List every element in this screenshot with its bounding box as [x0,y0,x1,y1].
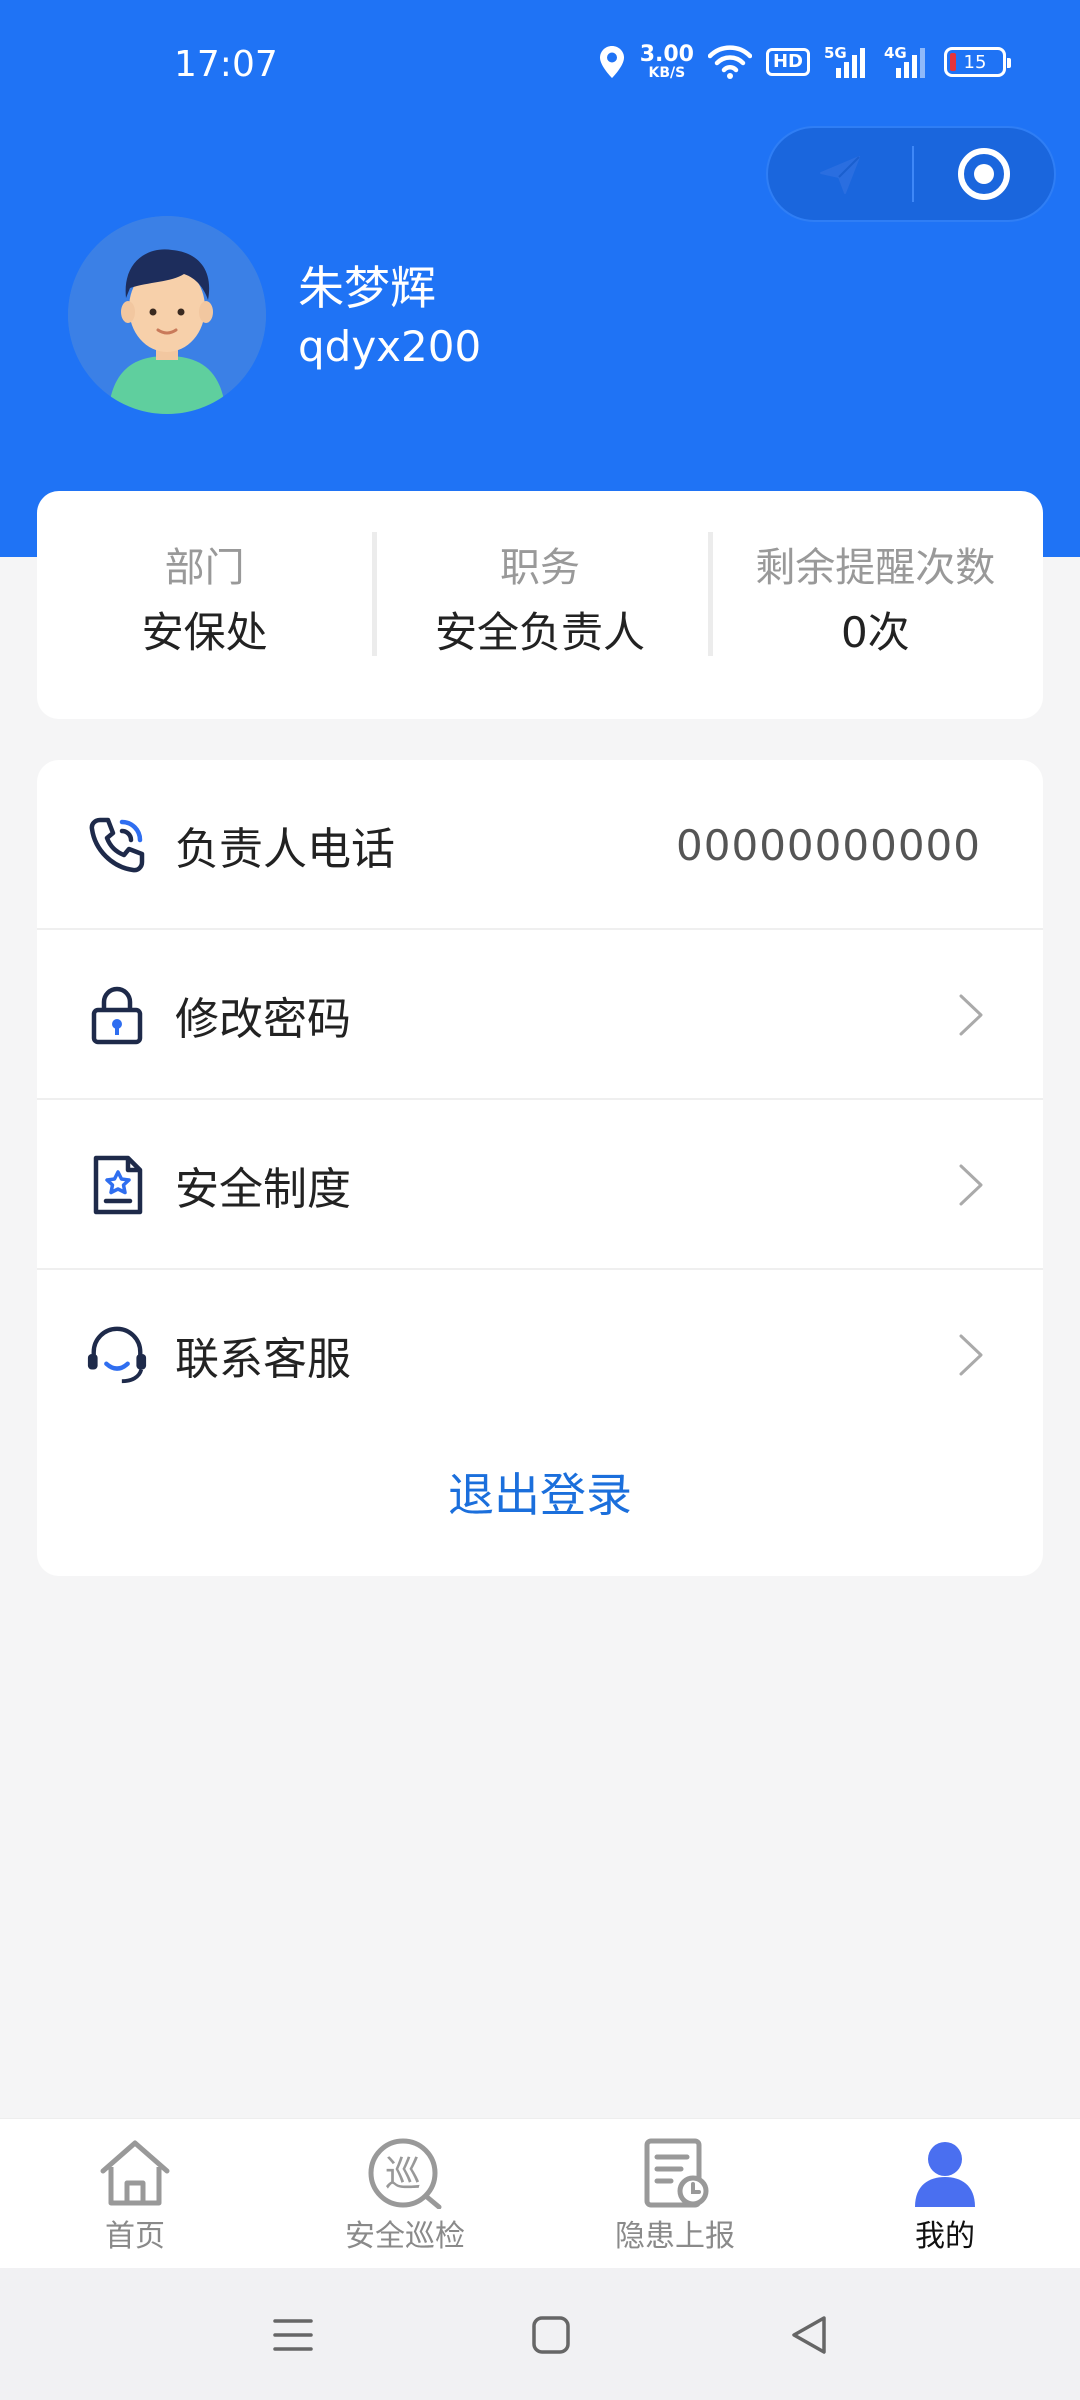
square-icon [532,2316,570,2354]
tab-hazard-report[interactable]: 隐患上报 [540,2119,810,2268]
net-speed-value: 3.00 [639,42,694,67]
info-value: 安保处 [141,608,268,657]
signal-5g-label: 5G [824,44,847,62]
tab-mine[interactable]: 我的 [810,2119,1080,2268]
hd-badge: HD [765,48,810,76]
document-star-icon [85,1153,149,1217]
status-icons: 3.00 KB/S HD 5G 4G 15 [598,42,1011,81]
chevron-right-icon [959,1334,983,1376]
menu-item-customer-service[interactable]: 联系客服 [37,1270,1043,1440]
chevron-right-icon [959,1164,983,1206]
menu-label: 联系客服 [175,1334,351,1385]
report-icon [644,2138,709,2208]
profile-page: 17:07 3.00 KB/S HD 5G 4G 15 朱梦辉 qdyx200 … [0,0,1080,2400]
phone-number: 00000000000 [676,820,981,870]
lock-icon [85,983,149,1047]
bottom-tab-bar: 首页 巡 安全巡检 隐患上报 我的 [0,2118,1080,2268]
tab-home[interactable]: 首页 [0,2119,270,2268]
info-card: 部门 安保处 职务 安全负责人 剩余提醒次数 0次 [37,491,1043,719]
share-button[interactable] [768,149,912,199]
chevron-right-icon [959,994,983,1036]
headset-icon [85,1323,149,1387]
menu-card: 负责人电话 00000000000 修改密码 安全制度 联系客服 退出登录 [37,760,1043,1576]
menu-label: 安全制度 [175,1164,351,1215]
avatar[interactable] [68,216,266,414]
phone-icon [85,813,149,877]
net-speed-unit: KB/S [648,65,686,81]
home-icon [100,2140,170,2206]
user-name: 朱梦辉 [298,261,436,315]
location-icon [599,46,624,78]
back-nav-button[interactable] [784,2310,834,2360]
info-department: 部门 安保处 [37,540,372,670]
svg-text:巡: 巡 [385,2154,421,2195]
menu-item-change-password[interactable]: 修改密码 [37,930,1043,1100]
miniprogram-capsule [766,126,1056,222]
user-icon [915,2142,975,2207]
home-nav-button[interactable] [526,2310,576,2360]
status-bar: 17:07 3.00 KB/S HD 5G 4G 15 [0,0,1080,130]
send-icon [820,156,860,194]
tab-label: 我的 [915,2219,975,2254]
menu-item-phone[interactable]: 负责人电话 00000000000 [37,760,1043,930]
back-triangle-icon [792,2316,826,2354]
signal-4g-label: 4G [884,44,907,62]
status-time: 17:07 [174,44,278,85]
target-icon [958,148,1010,200]
menu-lines-icon [273,2319,313,2351]
user-avatar-illustration [68,216,266,414]
info-value: 0次 [840,608,910,657]
close-capsule-button[interactable] [914,146,1054,202]
wifi-icon [707,45,752,79]
tab-label: 隐患上报 [615,2219,735,2254]
menu-label: 修改密码 [175,994,351,1045]
info-label: 部门 [164,545,245,591]
tab-safety-patrol[interactable]: 巡 安全巡检 [270,2119,540,2268]
system-nav-bar [0,2268,1080,2400]
info-remaining-reminders: 剩余提醒次数 0次 [707,532,1043,670]
signal-4g-icon: 4G [884,44,925,78]
logout-button[interactable]: 退出登录 [37,1450,1043,1540]
net-speed: 3.00 KB/S [639,42,694,81]
signal-5g-icon: 5G [824,44,865,78]
tab-label: 安全巡检 [345,2219,465,2254]
menu-item-safety-rules[interactable]: 安全制度 [37,1100,1043,1270]
info-label: 剩余提醒次数 [755,545,996,591]
info-label: 职务 [499,545,580,591]
info-position: 职务 安全负责人 [372,532,707,670]
patrol-icon: 巡 [368,2138,442,2209]
tab-label: 首页 [105,2219,165,2254]
info-value: 安全负责人 [434,608,645,657]
user-id: qdyx200 [298,322,482,371]
battery-level: 15 [963,51,987,73]
menu-nav-button[interactable] [268,2310,318,2360]
menu-label: 负责人电话 [175,824,395,875]
battery-indicator: 15 [944,47,1011,77]
